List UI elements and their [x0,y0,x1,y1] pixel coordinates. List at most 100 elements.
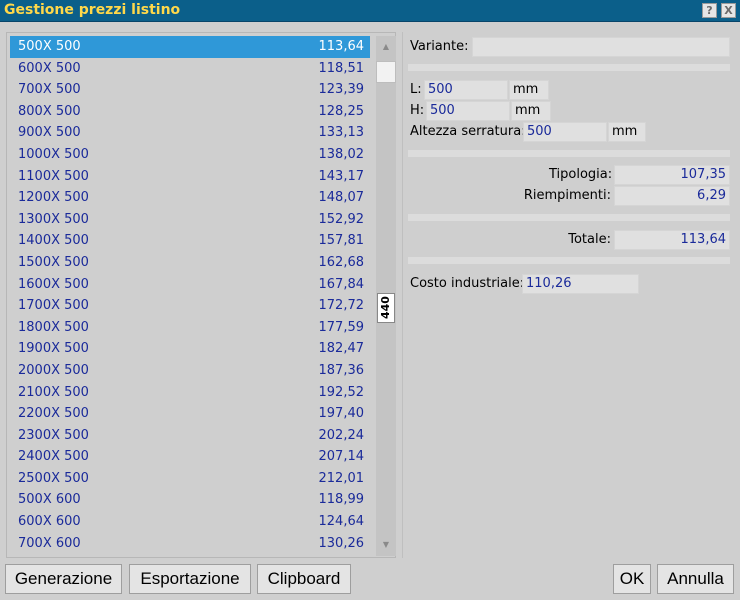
list-item-label: 1200X 500 [18,190,89,206]
list-item[interactable]: 2500X 500 212,01 [10,468,370,490]
separator [408,214,730,221]
list-item-value: 123,39 [318,82,365,98]
list-item-value: 113,64 [318,39,365,54]
list-item[interactable]: 1000X 500 138,02 [10,144,370,166]
generazione-button[interactable]: Generazione [5,564,122,594]
l-label: L: [410,82,422,97]
list-item[interactable]: 1700X 500 172,72 [10,295,370,317]
variante-field[interactable] [472,37,730,57]
scroll-up-icon[interactable]: ▲ [376,38,396,56]
list-item[interactable]: 2300X 500 202,24 [10,425,370,447]
list-item[interactable]: 600X 600 124,64 [10,511,370,533]
list-item-label: 700X 600 [18,535,81,551]
list-item-value: 133,13 [318,125,365,141]
list-item[interactable]: 700X 600 130,26 [10,533,370,555]
list-item[interactable]: 500X 500 113,64 [10,36,370,58]
record-count: 440 [377,293,395,323]
list-scrollbar[interactable]: ▲ 440 ▼ [376,36,396,556]
clipboard-button[interactable]: Clipboard [257,564,351,594]
list-item-value: 143,17 [318,168,365,184]
h-field[interactable]: 500 [426,101,510,121]
list-item[interactable]: 1300X 500 152,92 [10,209,370,231]
list-item-value: 138,02 [318,146,365,162]
list-item-value: 118,51 [318,60,365,76]
list-item[interactable]: 600X 500 118,51 [10,58,370,80]
altezza-serratura-field[interactable]: 500 [523,122,607,142]
list-item-label: 500X 500 [18,39,81,54]
list-item-value: 130,26 [318,535,365,551]
list-item[interactable]: 1900X 500 182,47 [10,338,370,360]
scroll-thumb[interactable] [376,61,396,83]
l-field[interactable]: 500 [424,80,508,100]
list-item-label: 1400X 500 [18,233,89,249]
list-item[interactable]: 2000X 500 187,36 [10,360,370,382]
list-item[interactable]: 1400X 500 157,81 [10,230,370,252]
list-item-label: 2200X 500 [18,406,89,422]
list-item-value: 162,68 [318,254,365,270]
window-title: Gestione prezzi listino [4,2,181,18]
tipologia-label: Tipologia: [549,167,613,182]
list-item[interactable]: 800X 500 128,25 [10,101,370,123]
list-item[interactable]: 2400X 500 207,14 [10,446,370,468]
scroll-down-icon[interactable]: ▼ [376,536,396,554]
list-item-label: 2400X 500 [18,449,89,465]
price-list-panel: 500X 500 113,64 600X 500 118,51 700X 500 12… [6,32,396,558]
riempimenti-label: Riempimenti: [523,188,611,203]
list-item-value: 167,84 [318,276,365,292]
list-item[interactable]: 2100X 500 192,52 [10,382,370,404]
list-item-label: 600X 600 [18,514,81,530]
costo-industriale-field: 110,26 [522,274,639,294]
list-item[interactable]: 1100X 500 143,17 [10,166,370,188]
list-item-label: 2300X 500 [18,427,89,443]
list-item-label: 700X 500 [18,82,81,98]
costo-industriale-label: Costo industriale: [410,276,525,291]
list-item[interactable]: 900X 500 133,13 [10,122,370,144]
separator [408,64,730,71]
list-item[interactable]: 1200X 500 148,07 [10,187,370,209]
list-item-label: 1100X 500 [18,168,89,184]
list-item-value: 202,24 [318,427,365,443]
list-item[interactable]: 1600X 500 167,84 [10,274,370,296]
list-item-value: 128,25 [318,103,365,119]
ok-button[interactable]: OK [613,564,651,594]
altezza-serratura-unit: mm [608,122,646,142]
totale-label: Totale: [568,232,611,247]
list-item-label: 1000X 500 [18,146,89,162]
list-item[interactable]: 700X 500 123,39 [10,79,370,101]
list-item-value: 192,52 [318,384,365,400]
list-item[interactable]: 1800X 500 177,59 [10,317,370,339]
variante-label: Variante: [410,39,469,54]
list-item-value: 212,01 [318,470,365,486]
list-item-label: 800X 500 [18,103,81,119]
list-item-value: 152,92 [318,211,365,227]
price-list[interactable]: 500X 500 113,64 600X 500 118,51 700X 500 12… [10,36,370,556]
title-bar: Gestione prezzi listino ? X [0,0,740,22]
list-item-value: 207,14 [318,449,365,465]
list-item-label: 900X 500 [18,125,81,141]
list-item-label: 1600X 500 [18,276,89,292]
riempimenti-field: 6,29 [614,186,730,206]
h-label: H: [410,103,425,118]
list-item[interactable]: 2200X 500 197,40 [10,403,370,425]
separator [408,150,730,157]
list-item[interactable]: 500X 600 118,99 [10,489,370,511]
annulla-button[interactable]: Annulla [657,564,734,594]
list-item-label: 1700X 500 [18,298,89,314]
help-button[interactable]: ? [702,3,717,18]
list-item-label: 2500X 500 [18,470,89,486]
list-item-value: 187,36 [318,362,365,378]
list-item-label: 1800X 500 [18,319,89,335]
list-item-label: 1300X 500 [18,211,89,227]
h-unit: mm [511,101,551,121]
detail-panel: Variante: L: 500 mm H: 500 mm Altezza se… [402,32,736,558]
esportazione-button[interactable]: Esportazione [129,564,251,594]
list-item-value: 197,40 [318,406,365,422]
list-item-value: 118,99 [318,492,365,508]
list-item-value: 172,72 [318,298,365,314]
list-item[interactable]: 1500X 500 162,68 [10,252,370,274]
totale-field: 113,64 [614,230,730,250]
close-button[interactable]: X [721,3,736,18]
list-item-label: 2000X 500 [18,362,89,378]
list-item-value: 124,64 [318,514,365,530]
list-item-value: 177,59 [318,319,365,335]
